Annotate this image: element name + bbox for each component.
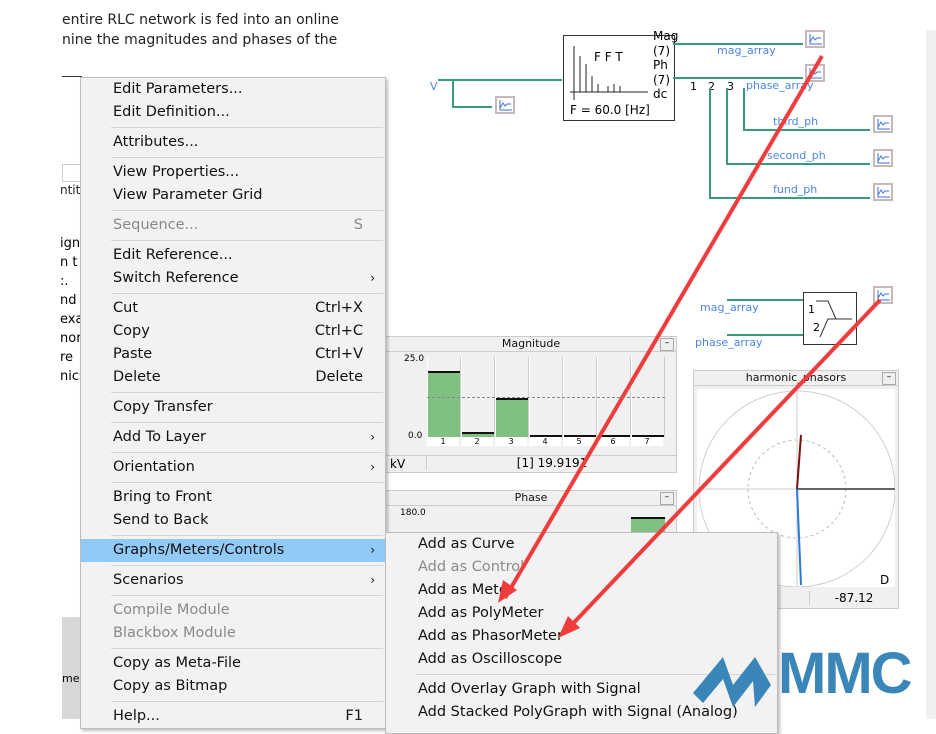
watermark-text: MMC bbox=[778, 641, 913, 706]
arrow-to-phasormeter bbox=[563, 298, 882, 634]
mmc-logo bbox=[693, 645, 773, 711]
reference-line bbox=[427, 397, 665, 398]
annotation-arrows bbox=[498, 54, 882, 638]
arrow-to-polymeter bbox=[503, 54, 824, 600]
